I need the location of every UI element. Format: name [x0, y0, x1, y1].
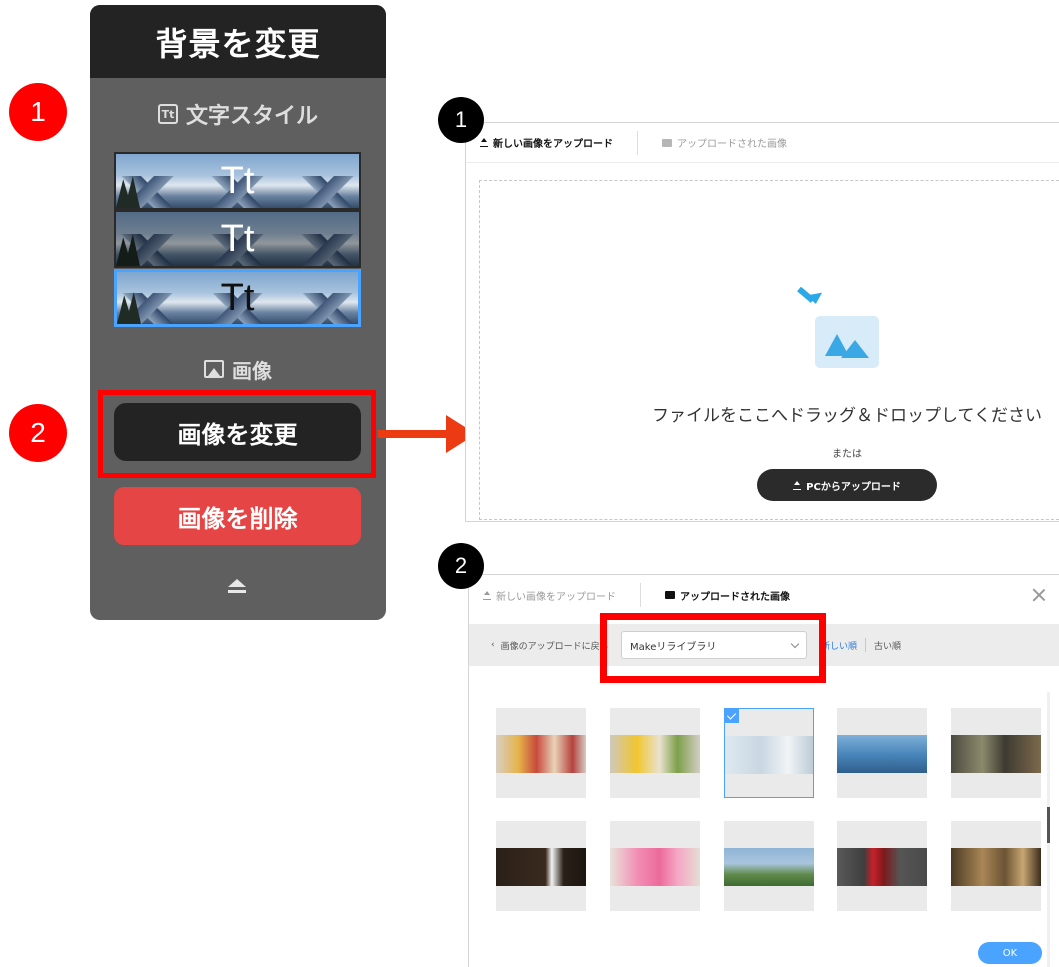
sort-divider [865, 638, 867, 652]
library-select-highlight [600, 613, 826, 683]
tab-label: 新しい画像をアップロード [496, 591, 616, 603]
text-style-label: 文字スタイル [185, 104, 318, 129]
checkmark-icon [725, 709, 739, 723]
library-image-market-stall[interactable] [951, 708, 1041, 798]
change-image-highlight [98, 390, 376, 478]
library-image-lemon-tarts[interactable] [610, 708, 700, 798]
drop-arrow-icon [797, 282, 827, 312]
image-thumbnail [724, 848, 814, 886]
or-text: または [832, 449, 862, 460]
panel-header: 背景を変更 [90, 5, 386, 78]
scrollbar-thumb[interactable] [1047, 807, 1050, 843]
close-icon[interactable] [1031, 587, 1047, 603]
panel-title: 背景を変更 [155, 24, 321, 63]
library-image-sticky-notes[interactable] [610, 821, 700, 911]
pc-upload-label: PCからアップロード [806, 481, 901, 493]
back-link-label: 画像のアップロードに戻る [500, 641, 609, 652]
image-thumbnail [837, 735, 927, 773]
step-badge-1: 1 [9, 83, 67, 141]
image-thumbnail [496, 735, 586, 773]
text-style-option-dark[interactable]: Tt [114, 210, 361, 268]
image-label: 画像 [232, 358, 272, 383]
delete-image-button[interactable]: 画像を削除 [114, 487, 361, 545]
library-image-mountain-lake[interactable] [837, 708, 927, 798]
tab-divider [640, 583, 641, 607]
folder-icon [665, 591, 675, 599]
step-badge-2: 2 [9, 404, 67, 462]
image-icon [204, 360, 224, 378]
image-thumbnail [725, 736, 813, 774]
image-thumbnail [951, 735, 1041, 773]
chevron-left-icon: ‹ [491, 640, 495, 650]
library-image-soccer-ball[interactable] [496, 821, 586, 911]
upload-dialog: 新しい画像をアップロード アップロードされた画像 ファイルをここへドラッグ＆ドロ… [465, 122, 1059, 522]
folder-icon [662, 138, 672, 147]
tab-divider [637, 130, 638, 155]
text-style-section: Tt 文字スタイル [90, 78, 386, 150]
text-style-icon: Tt [157, 104, 178, 124]
thumb-text: Tt [220, 217, 255, 260]
tab-new-upload[interactable]: 新しい画像をアップロード [469, 583, 630, 607]
thumb-text: Tt [220, 159, 255, 202]
library-tabs: 新しい画像をアップロード アップロードされた画像 [469, 575, 1059, 615]
upload-icon [793, 480, 802, 490]
library-image-celebration[interactable] [951, 821, 1041, 911]
step-badge-2: 2 [438, 543, 484, 589]
image-thumbnail [951, 848, 1041, 886]
tab-uploaded-images[interactable]: アップロードされた画像 [651, 583, 804, 607]
image-placeholder-icon [815, 316, 879, 368]
text-style-option-black-selected[interactable]: Tt [114, 269, 361, 327]
sort-oldest-link[interactable]: 古い順 [874, 639, 901, 652]
text-style-option-white[interactable]: Tt [114, 152, 361, 210]
library-image-desk-laptop[interactable] [724, 708, 814, 798]
step-badge-1: 1 [438, 97, 484, 143]
library-image-strawberries[interactable] [837, 821, 927, 911]
tab-new-upload[interactable]: 新しい画像をアップロード [466, 131, 627, 155]
image-thumbnail [496, 848, 586, 886]
library-image-tarts[interactable] [496, 708, 586, 798]
back-to-upload-link[interactable]: ‹ 画像のアップロードに戻る [491, 639, 617, 652]
background-settings-panel: 背景を変更 Tt 文字スタイル Tt Tt Tt 画像 画像を変更 画像を削除 [90, 5, 386, 620]
image-thumbnail [837, 848, 927, 886]
image-thumbnail [610, 735, 700, 773]
thumb-text: Tt [220, 276, 255, 319]
eject-icon[interactable] [226, 579, 248, 595]
ok-button[interactable]: OK [978, 942, 1042, 964]
arrow-shaft [378, 430, 448, 438]
drop-instruction: ファイルをここへドラッグ＆ドロップしてください [652, 406, 1042, 426]
tab-label: アップロードされた画像 [680, 591, 790, 603]
library-image-green-field[interactable] [724, 821, 814, 911]
tab-label: 新しい画像をアップロード [493, 139, 613, 150]
pc-upload-button[interactable]: PCからアップロード [757, 469, 937, 501]
tab-label: アップロードされた画像 [677, 139, 787, 150]
file-drop-zone[interactable]: ファイルをここへドラッグ＆ドロップしてください または PCからアップロード [479, 180, 1059, 520]
sort-newest-link[interactable]: 新しい順 [821, 639, 857, 652]
image-thumbnail [610, 848, 700, 886]
upload-tabs: 新しい画像をアップロード アップロードされた画像 [466, 123, 1059, 163]
image-section: 画像 [90, 349, 386, 389]
upload-icon [483, 590, 491, 600]
upload-icon [480, 138, 488, 147]
tab-uploaded-images[interactable]: アップロードされた画像 [648, 131, 801, 155]
